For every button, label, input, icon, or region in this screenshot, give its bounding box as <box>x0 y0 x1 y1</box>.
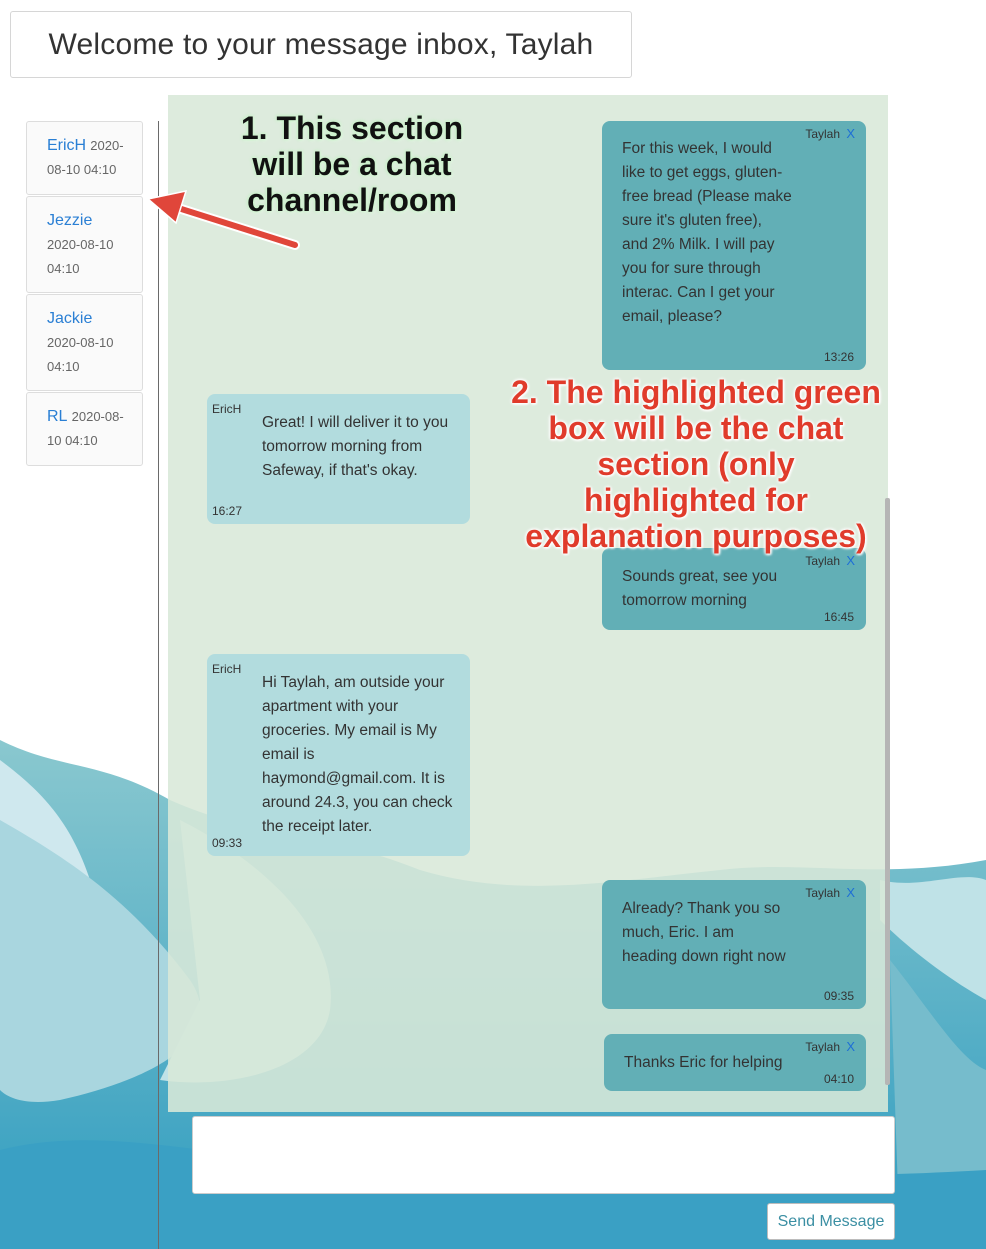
message-time: 09:35 <box>823 989 854 1003</box>
message-sender: Taylah <box>805 127 840 141</box>
room-name[interactable]: RL <box>47 408 67 425</box>
message-time: 16:45 <box>823 610 854 624</box>
delete-message-button[interactable]: X <box>846 1039 855 1054</box>
room-name[interactable]: Jackie <box>47 310 92 327</box>
annotation-chat-section: 2. The highlighted green box will be the… <box>511 374 881 554</box>
message-time: 04:10 <box>823 1072 854 1086</box>
delete-message-button[interactable]: X <box>846 885 855 900</box>
message-time: 16:27 <box>212 504 243 518</box>
message-time: 13:26 <box>823 350 854 364</box>
send-message-button[interactable]: Send Message <box>767 1203 895 1240</box>
chat-scrollbar[interactable] <box>885 498 890 1085</box>
message-text: Sounds great, see you tomorrow morning <box>622 568 778 609</box>
sidebar-divider <box>158 121 159 1249</box>
message-bubble: EricH Great! I will deliver it to you to… <box>207 394 470 524</box>
message-text: Hi Taylah, am outside your apartment wit… <box>262 674 453 835</box>
page-title: Welcome to your message inbox, Taylah <box>48 27 594 61</box>
message-sender: EricH <box>212 662 242 676</box>
message-sender: EricH <box>212 402 242 416</box>
header-box: Welcome to your message inbox, Taylah <box>10 11 632 78</box>
room-name[interactable]: Jezzie <box>47 212 92 229</box>
room-item-jackie[interactable]: Jackie 2020-08-10 04:10 <box>26 294 143 391</box>
room-item-jezzie[interactable]: Jezzie 2020-08-10 04:10 <box>26 196 143 293</box>
message-bubble: Taylah X Thanks Eric for helping 04:10 <box>604 1034 866 1091</box>
message-text: Already? Thank you so much, Eric. I am h… <box>622 900 786 965</box>
message-bubble: EricH Hi Taylah, am outside your apartme… <box>207 654 470 856</box>
message-text: Thanks Eric for helping <box>624 1054 783 1071</box>
message-bubble: Taylah X Sounds great, see you tomorrow … <box>602 548 866 630</box>
annotation-arrow-icon <box>146 190 300 250</box>
message-input[interactable] <box>192 1116 895 1194</box>
message-bubble: Taylah X For this week, I would like to … <box>602 121 866 370</box>
message-sender: Taylah <box>805 554 840 568</box>
room-name[interactable]: EricH <box>47 137 86 154</box>
message-time: 09:33 <box>212 836 243 850</box>
message-text: For this week, I would like to get eggs,… <box>622 140 792 325</box>
room-item-rl[interactable]: RL 2020-08-10 04:10 <box>26 392 143 466</box>
message-bubble: Taylah X Already? Thank you so much, Eri… <box>602 880 866 1009</box>
delete-message-button[interactable]: X <box>846 553 855 568</box>
room-list: EricH 2020-08-10 04:10 Jezzie 2020-08-10… <box>26 121 143 467</box>
room-item-erich[interactable]: EricH 2020-08-10 04:10 <box>26 121 143 195</box>
room-time: 2020-08-10 04:10 <box>47 335 114 374</box>
message-text: Great! I will deliver it to you tomorrow… <box>262 414 449 479</box>
message-sender: Taylah <box>805 886 840 900</box>
delete-message-button[interactable]: X <box>846 126 855 141</box>
room-time: 2020-08-10 04:10 <box>47 237 114 276</box>
